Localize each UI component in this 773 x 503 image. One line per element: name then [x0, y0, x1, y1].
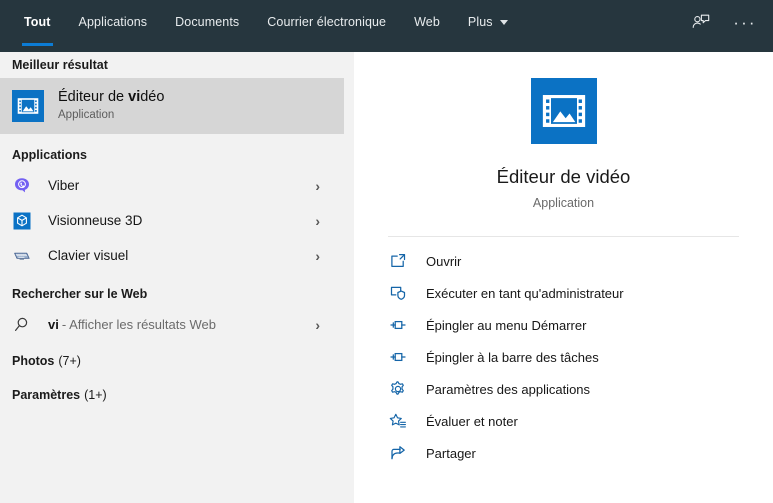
list-item-photos-count[interactable]: Photos (7+): [0, 346, 344, 376]
feedback-button[interactable]: [681, 2, 721, 42]
preview-header: Éditeur de vidéo Application: [354, 52, 773, 210]
list-item-label: Viber: [48, 178, 80, 193]
search-icon: [12, 315, 32, 335]
count-label: Paramètres: [12, 388, 81, 402]
best-match-row[interactable]: Éditeur de vidéo Application: [0, 78, 344, 134]
count-value: (7+): [58, 354, 81, 368]
tab-label: Web: [414, 15, 440, 29]
filter-tabs: Tout Applications Documents Courrier éle…: [0, 0, 522, 46]
action-partager[interactable]: Partager: [388, 437, 773, 469]
section-label: Rechercher sur le Web: [12, 287, 148, 301]
tab-label: Documents: [175, 15, 240, 29]
sidebar-panel-gap: [344, 52, 354, 503]
tab-label: Plus: [467, 15, 493, 29]
action-executer-administrateur[interactable]: Exécuter en tant qu'administrateur: [388, 277, 773, 309]
app-actions-list: Ouvrir Exécuter en tant qu'administrateu…: [354, 245, 773, 469]
count-label: Photos: [12, 354, 55, 368]
action-label: Ouvrir: [426, 253, 462, 269]
action-label: Épingler au menu Démarrer: [426, 317, 587, 333]
pin-start-icon: [388, 315, 408, 335]
tab-label: Tout: [24, 15, 51, 29]
page-title: Éditeur de vidéo: [496, 166, 631, 187]
section-label: Applications: [12, 148, 88, 162]
tab-documents[interactable]: Documents: [161, 0, 253, 44]
page-subtitle: Application: [532, 196, 595, 210]
best-match-title: Éditeur de vidéo: [58, 88, 164, 106]
section-header-applications: Applications: [0, 142, 344, 168]
action-evaluer-noter[interactable]: Évaluer et noter: [388, 405, 773, 437]
pin-taskbar-icon: [388, 347, 408, 367]
best-match-title-prefix: Éditeur de: [58, 89, 129, 106]
best-match-text: Éditeur de vidéo Application: [58, 88, 164, 124]
video-editor-icon: [530, 78, 597, 144]
panel-divider: [388, 236, 739, 237]
3d-viewer-icon: [12, 211, 32, 231]
web-search-suffix: - Afficher les résultats Web: [61, 317, 216, 332]
action-label: Évaluer et noter: [426, 413, 518, 429]
rate-review-icon: [388, 411, 408, 431]
gear-icon: [388, 379, 408, 399]
list-item-clavier-visuel[interactable]: Clavier visuel ›: [0, 238, 344, 273]
tab-label: Applications: [78, 15, 148, 29]
tab-tout[interactable]: Tout: [10, 0, 65, 46]
list-item-label: Visionneuse 3D: [48, 213, 143, 228]
more-options-button[interactable]: ···: [725, 2, 765, 42]
list-item-viber[interactable]: Viber ›: [0, 168, 344, 203]
tab-label: Courrier électronique: [267, 15, 387, 29]
list-item-parametres-count[interactable]: Paramètres (1+): [0, 380, 344, 410]
count-value: (1+): [84, 388, 107, 402]
chevron-right-icon[interactable]: ›: [315, 249, 320, 263]
tab-web[interactable]: Web: [400, 0, 454, 44]
video-editor-icon: [12, 90, 44, 122]
search-results-body: Meilleur résultat Éditeur de vidéo Appli…: [0, 52, 773, 503]
tab-courrier-electronique[interactable]: Courrier électronique: [253, 0, 400, 44]
list-item-visionneuse-3d[interactable]: Visionneuse 3D ›: [0, 203, 344, 238]
chevron-right-icon[interactable]: ›: [315, 179, 320, 193]
on-screen-keyboard-icon: [12, 246, 32, 266]
header-actions: ···: [681, 0, 765, 44]
list-item-web-search[interactable]: vi - Afficher les résultats Web ›: [0, 307, 344, 342]
action-parametres-applications[interactable]: Paramètres des applications: [388, 373, 773, 405]
app-preview-panel: Éditeur de vidéo Application Ouvrir Exéc…: [354, 52, 773, 503]
action-epingler-menu-demarrer[interactable]: Épingler au menu Démarrer: [388, 309, 773, 341]
overflow-dots-icon: ···: [733, 12, 757, 32]
section-label: Meilleur résultat: [12, 58, 108, 72]
action-label: Partager: [426, 445, 476, 461]
tab-applications[interactable]: Applications: [65, 0, 162, 44]
action-epingler-barre-taches[interactable]: Épingler à la barre des tâches: [388, 341, 773, 373]
section-header-web-search: Rechercher sur le Web: [0, 281, 344, 307]
search-header: Tout Applications Documents Courrier éle…: [0, 0, 773, 52]
active-tab-underline: [22, 43, 53, 46]
chevron-down-icon: [499, 19, 508, 25]
action-label: Épingler à la barre des tâches: [426, 349, 599, 365]
chevron-right-icon[interactable]: ›: [315, 214, 320, 228]
list-item-label: Clavier visuel: [48, 248, 129, 263]
best-match-title-match: vi: [128, 89, 141, 106]
run-as-admin-icon: [388, 283, 408, 303]
viber-icon: [12, 176, 32, 196]
action-label: Paramètres des applications: [426, 381, 591, 397]
person-feedback-icon: [692, 14, 710, 28]
web-search-query: vi: [48, 317, 59, 332]
section-header-best-match: Meilleur résultat: [0, 52, 344, 78]
best-match-title-suffix: déo: [140, 89, 165, 106]
windows-search-panel: Tout Applications Documents Courrier éle…: [0, 0, 773, 503]
open-icon: [388, 251, 408, 271]
action-ouvrir[interactable]: Ouvrir: [388, 245, 773, 277]
results-sidebar: Meilleur résultat Éditeur de vidéo Appli…: [0, 52, 344, 503]
share-icon: [388, 443, 408, 463]
chevron-right-icon[interactable]: ›: [315, 318, 320, 332]
tab-plus[interactable]: Plus: [454, 0, 522, 44]
best-match-subtitle: Application: [58, 109, 115, 122]
action-label: Exécuter en tant qu'administrateur: [426, 285, 624, 301]
